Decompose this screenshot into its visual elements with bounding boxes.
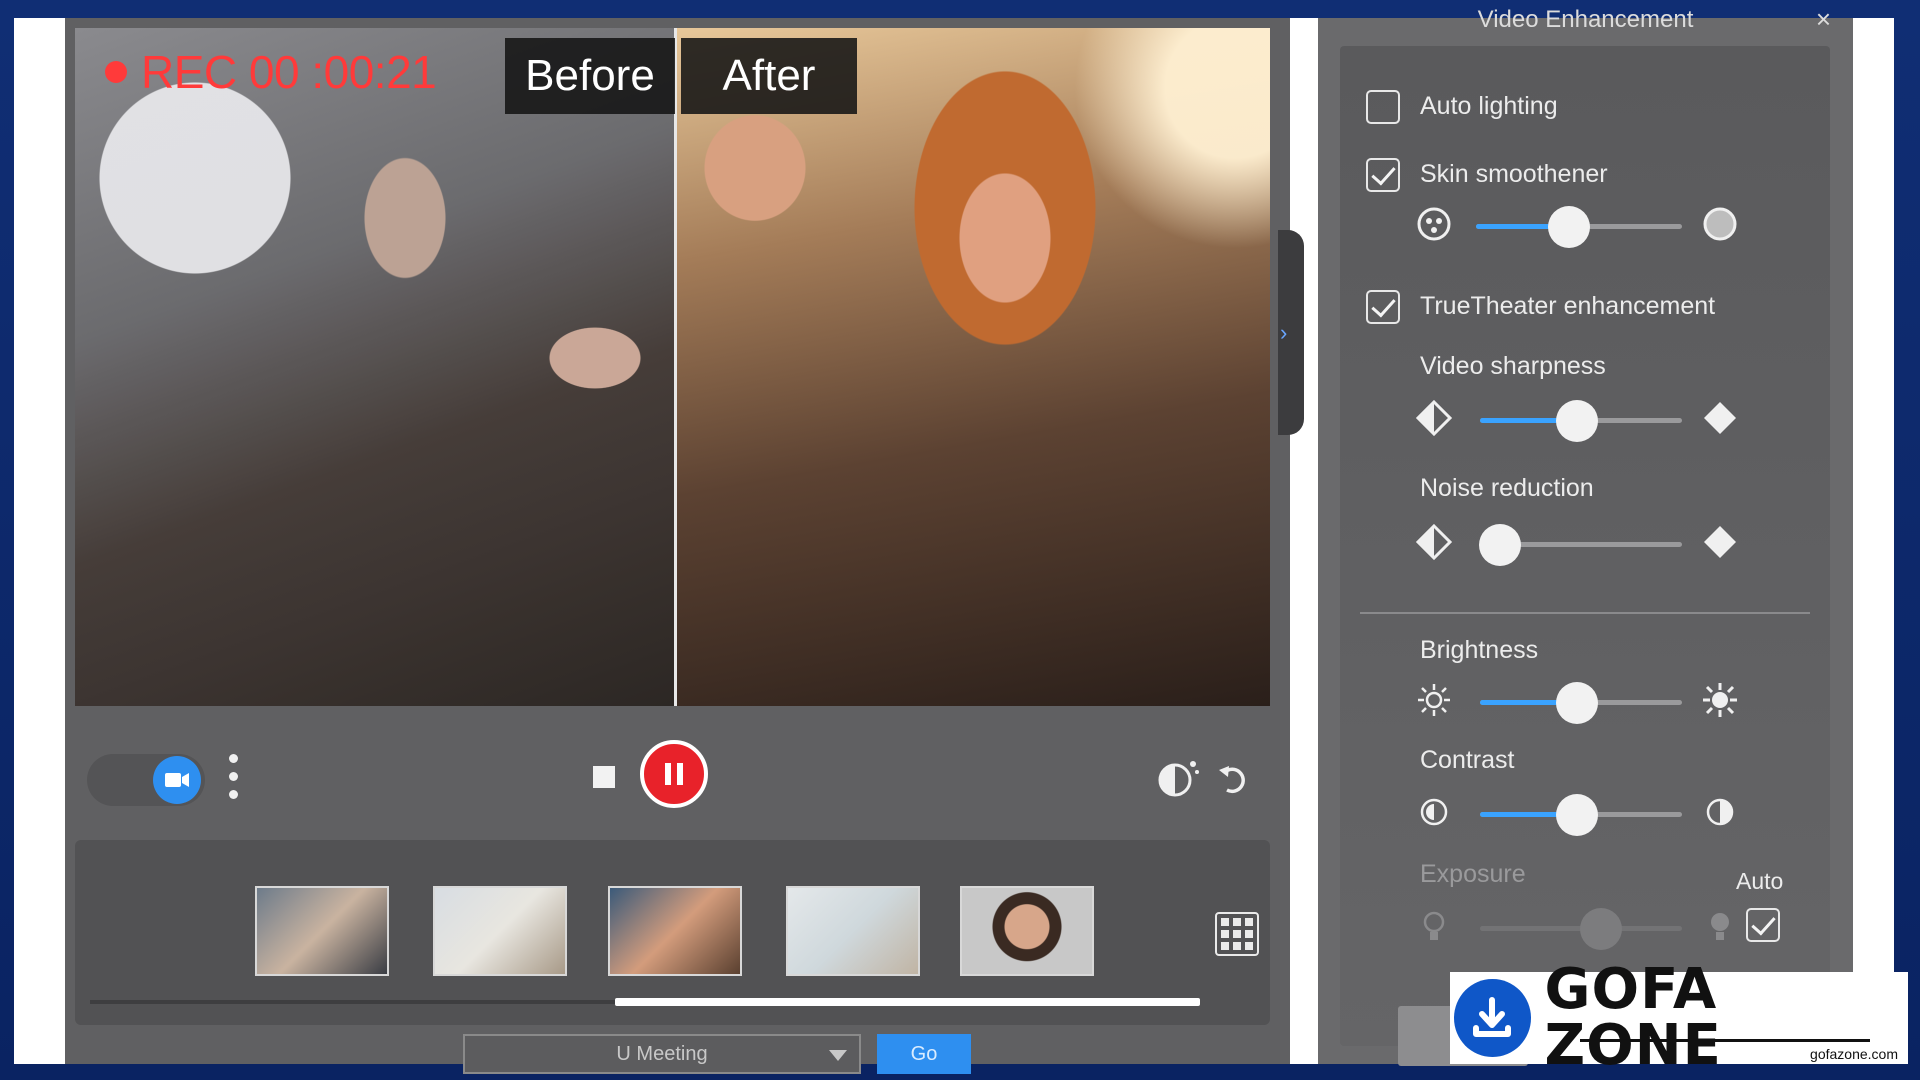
- recording-time: REC 00 :00:21: [141, 46, 437, 98]
- watermark-underline: [1580, 1039, 1870, 1042]
- exposure-auto-checkbox[interactable]: [1746, 908, 1780, 942]
- section-divider: [1360, 612, 1810, 614]
- face-smooth-high-icon: [1702, 206, 1738, 242]
- thumbnail-strip: [75, 840, 1270, 1025]
- exposure-label: Exposure: [1420, 860, 1526, 888]
- video-camera-icon: [153, 756, 201, 804]
- exposure-auto-label: Auto: [1736, 868, 1784, 894]
- watermark-url: gofazone.com: [1810, 1046, 1898, 1062]
- contrast-high-icon: [1702, 794, 1738, 830]
- video-preview: REC 00 :00:21 Before After: [75, 28, 1270, 706]
- compare-icon[interactable]: [1155, 758, 1199, 798]
- contrast-low-icon: [1416, 794, 1452, 830]
- grid-view-icon[interactable]: [1215, 912, 1259, 956]
- enhancement-settings: Auto lighting Skin smoothener TrueTheate…: [1340, 46, 1830, 1066]
- face-smooth-low-icon: [1416, 206, 1452, 242]
- video-sharpness-label: Video sharpness: [1420, 352, 1606, 380]
- meeting-app-select[interactable]: U Meeting: [463, 1034, 861, 1074]
- bulb-high-icon: [1702, 908, 1738, 944]
- control-bar: [75, 718, 1270, 828]
- sharpness-high-icon: [1702, 400, 1738, 436]
- video-sharpness-slider[interactable]: [1480, 398, 1682, 444]
- exposure-slider[interactable]: [1480, 906, 1682, 952]
- truetheater-checkbox[interactable]: [1366, 290, 1400, 324]
- pause-icon: [665, 763, 671, 785]
- noise-low-icon: [1416, 524, 1452, 560]
- video-enhancement-panel: Video Enhancement × Auto lighting Skin s…: [1318, 4, 1853, 1066]
- panel-collapse-handle[interactable]: ›: [1278, 230, 1304, 435]
- brightness-label: Brightness: [1420, 636, 1539, 664]
- auto-lighting-checkbox[interactable]: [1366, 90, 1400, 124]
- download-icon: [1454, 979, 1531, 1057]
- thumbnail[interactable]: [433, 886, 567, 976]
- go-button[interactable]: Go: [877, 1034, 971, 1074]
- stop-button[interactable]: [593, 766, 615, 788]
- chevron-right-icon: ›: [1280, 320, 1288, 345]
- skin-smoothener-slider[interactable]: [1476, 204, 1682, 250]
- before-label: Before: [505, 38, 675, 114]
- video-before-half: [75, 28, 675, 706]
- sharpness-low-icon: [1416, 400, 1452, 436]
- noise-reduction-label: Noise reduction: [1420, 474, 1594, 502]
- noise-high-icon: [1702, 524, 1738, 560]
- more-options-icon[interactable]: [227, 754, 239, 810]
- skin-smoothener-checkbox[interactable]: [1366, 158, 1400, 192]
- recording-indicator: REC 00 :00:21: [105, 42, 437, 102]
- brightness-slider[interactable]: [1480, 680, 1682, 726]
- camera-app: REC 00 :00:21 Before After U Meeting Go: [65, 18, 1290, 1074]
- bulb-low-icon: [1416, 908, 1452, 944]
- auto-lighting-label: Auto lighting: [1420, 92, 1558, 120]
- meeting-select-value: U Meeting: [616, 1042, 708, 1065]
- brightness-high-icon: [1702, 682, 1738, 718]
- noise-reduction-slider[interactable]: [1479, 522, 1682, 568]
- video-after-half: [675, 28, 1270, 706]
- close-icon[interactable]: ×: [1816, 4, 1831, 35]
- strip-scrollbar-thumb[interactable]: [615, 998, 1200, 1006]
- brightness-low-icon: [1416, 682, 1452, 718]
- chevron-down-icon: [829, 1050, 847, 1061]
- watermark-logo: GOFA ZONE gofazone.com: [1450, 962, 1908, 1074]
- truetheater-label: TrueTheater enhancement: [1420, 292, 1716, 320]
- split-divider[interactable]: [674, 28, 677, 706]
- after-label: After: [681, 38, 857, 114]
- thumbnail[interactable]: [255, 886, 389, 976]
- skin-smoothener-label: Skin smoothener: [1420, 160, 1608, 188]
- camera-toggle[interactable]: [87, 754, 205, 806]
- thumbnail[interactable]: [786, 886, 920, 976]
- pause-button[interactable]: [640, 740, 708, 808]
- thumbnail[interactable]: [960, 886, 1094, 976]
- record-dot-icon: [105, 61, 127, 83]
- contrast-slider[interactable]: [1480, 792, 1682, 838]
- reset-icon[interactable]: [1215, 760, 1251, 796]
- panel-title: Video Enhancement: [1477, 6, 1694, 33]
- thumbnail[interactable]: [608, 886, 742, 976]
- contrast-label: Contrast: [1420, 746, 1515, 774]
